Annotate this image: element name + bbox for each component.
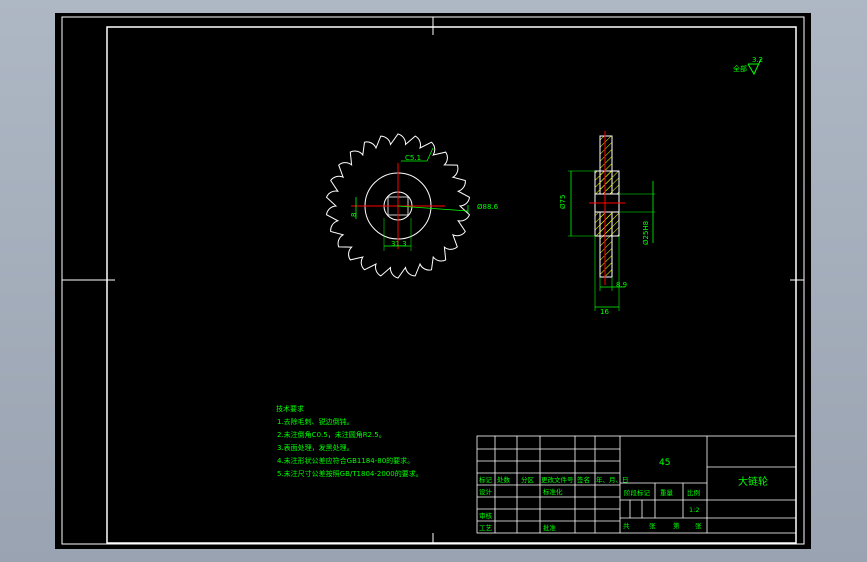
tech-item: 4.未注形状公差应符合GB1184-80的要求。 (277, 456, 414, 465)
part-name: 大链轮 (738, 475, 768, 488)
dim-hub-dia: 31.3 (391, 240, 407, 248)
header-date: 年、月、日 (596, 475, 629, 484)
dim-chamfer: C5.1 (405, 154, 421, 162)
material: 45 (659, 458, 670, 468)
dim-hub: Ø75 (559, 195, 567, 209)
footer-total: 共 (623, 521, 630, 530)
dim-bore: Ø25H8 (642, 221, 650, 245)
surface-value: 3.2 (752, 56, 763, 64)
tech-item: 2.未注倒角C0.5，未注圆角R2.5。 (277, 430, 386, 439)
sprocket-side-view: Ø75 Ø25H8 8.9 16 (559, 131, 655, 316)
header-mark: 标记 (479, 475, 493, 484)
tech-title: 技术要求 (276, 404, 304, 413)
dim-keyway: 8 (350, 213, 358, 217)
role-review: 审核 (479, 511, 493, 520)
tech-item: 1.去除毛刺、锐边倒钝。 (277, 417, 354, 426)
role-process: 工艺 (479, 524, 493, 532)
title-block: 标记 处数 分区 更改文件号 签名 年、月、日 设计 标准化 审核 工艺 批准 … (476, 435, 797, 534)
header-change-doc: 更改文件号 (541, 475, 574, 484)
drawing-frame (61, 16, 805, 545)
footer-sheets: 张 (649, 521, 656, 530)
surface-prefix: 全部 (733, 64, 747, 73)
dim-total-width: 16 (600, 308, 609, 316)
tech-item: 3.表面处理，发黑处理。 (277, 443, 354, 452)
role-approve: 批准 (543, 523, 557, 532)
footer-sheet: 张 (695, 521, 702, 530)
dim-tooth-width: 8.9 (616, 281, 627, 289)
header-count: 处数 (497, 475, 511, 484)
drawing-canvas: 全部 3.2 C5.1 Ø88.6 31.3 8 Ø75 Ø25H8 8.9 1… (55, 13, 811, 549)
dim-outer-dia: Ø88.6 (477, 203, 499, 211)
weight-label: 重量 (660, 489, 674, 497)
surface-roughness-symbol: 全部 3.2 (733, 56, 763, 76)
role-standardize: 标准化 (543, 487, 563, 496)
header-zone: 分区 (521, 475, 535, 484)
ratio-label: 比例 (687, 488, 700, 497)
footer-number: 第 (673, 521, 680, 530)
role-design: 设计 (479, 487, 493, 496)
tech-item: 5.未注尺寸公差按照GB/T1804-2000的要求。 (277, 469, 423, 478)
technical-requirements: 技术要求 1.去除毛刺、锐边倒钝。 2.未注倒角C0.5，未注圆角R2.5。 3… (276, 404, 423, 478)
sprocket-front-view: C5.1 Ø88.6 31.3 8 (325, 133, 499, 279)
scale-value: 1:2 (689, 506, 699, 514)
header-sign: 签名 (577, 475, 590, 484)
stage-mark-label: 阶段标记 (624, 488, 651, 497)
